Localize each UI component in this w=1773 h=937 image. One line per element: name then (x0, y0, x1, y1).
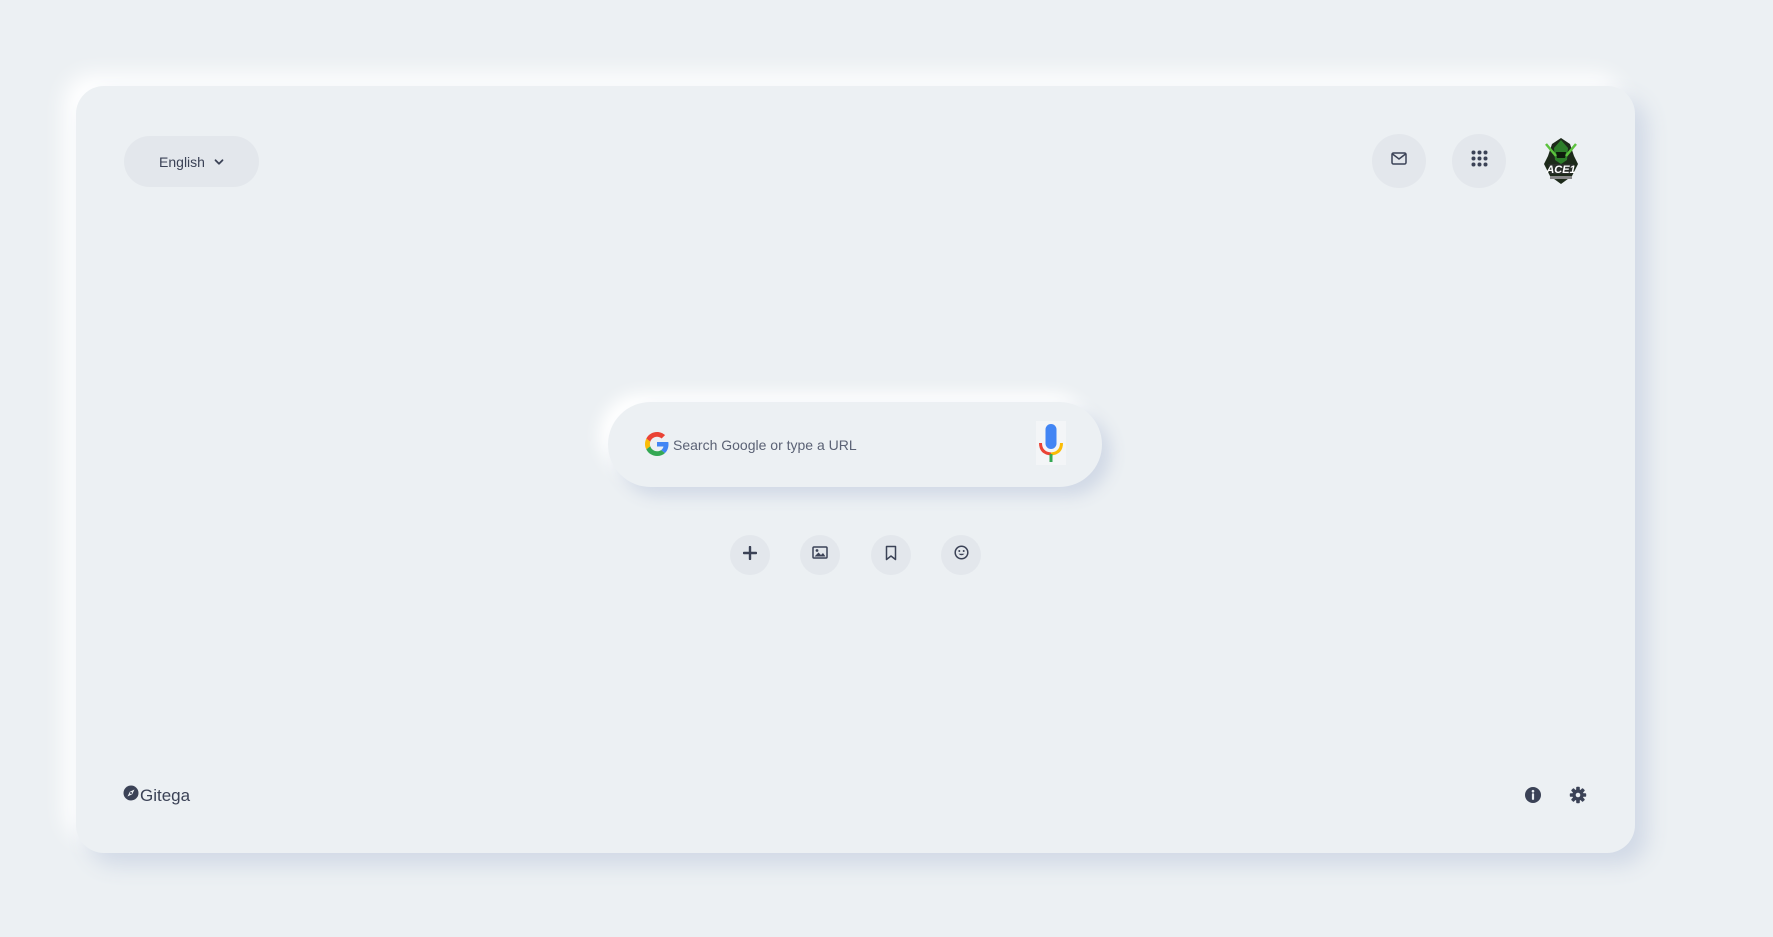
mail-button[interactable] (1372, 134, 1426, 188)
location-text: Gitega (140, 785, 191, 805)
compass-icon (123, 785, 139, 806)
background-image-button[interactable] (800, 535, 840, 575)
mail-icon (1391, 152, 1407, 170)
apps-button[interactable] (1452, 134, 1506, 188)
svg-text:ACE1: ACE1 (1545, 164, 1575, 176)
bookmark-icon (885, 545, 897, 566)
info-icon[interactable] (1524, 786, 1542, 804)
location-label: Gitega (123, 785, 190, 806)
plus-icon (742, 545, 758, 565)
image-icon (812, 546, 828, 564)
chevron-down-icon (214, 157, 224, 167)
main-card: English ACE1 Search Google or type a URL… (76, 86, 1635, 853)
search-bar[interactable] (608, 402, 1102, 487)
apps-grid-icon (1471, 150, 1488, 172)
add-shortcut-button[interactable] (730, 535, 770, 575)
emoji-button[interactable] (941, 535, 981, 575)
bookmarks-button[interactable] (871, 535, 911, 575)
language-selector[interactable]: English (124, 136, 259, 187)
google-g-icon (645, 432, 669, 456)
ace1-logo-icon: ACE1 (1544, 138, 1578, 184)
search-input[interactable] (671, 429, 1015, 461)
smiley-icon (953, 545, 969, 565)
microphone-icon[interactable] (1036, 421, 1066, 465)
avatar[interactable]: ACE1 (1533, 133, 1589, 189)
language-label: English (159, 153, 205, 170)
gear-icon[interactable] (1569, 786, 1587, 804)
